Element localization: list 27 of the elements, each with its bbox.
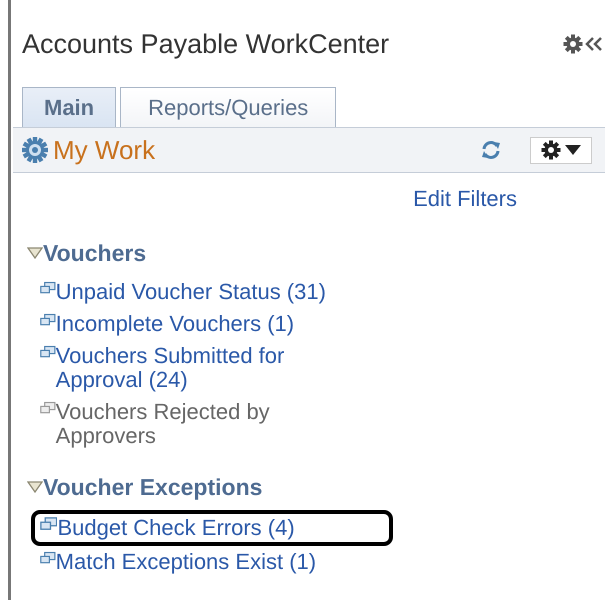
window-icon bbox=[40, 516, 58, 532]
settings-icon[interactable] bbox=[563, 34, 583, 54]
worklist-link[interactable]: Budget Check Errors (4) bbox=[57, 516, 389, 540]
edit-filters-link[interactable]: Edit Filters bbox=[413, 186, 517, 218]
window-icon bbox=[40, 312, 56, 328]
window-icon bbox=[40, 344, 56, 360]
options-button[interactable] bbox=[530, 136, 592, 164]
window-icon bbox=[40, 550, 56, 566]
refresh-icon[interactable] bbox=[480, 139, 502, 161]
worklist-link[interactable]: Vouchers Submitted for Approval (24) bbox=[56, 344, 353, 392]
tab[interactable]: Main bbox=[22, 87, 116, 127]
tab[interactable]: Reports/Queries bbox=[120, 87, 336, 127]
section-title: Vouchers bbox=[43, 240, 146, 266]
section-title: Voucher Exceptions bbox=[43, 474, 262, 500]
cog-icon bbox=[21, 136, 49, 164]
workcenter-title: Accounts Payable WorkCenter bbox=[22, 28, 390, 60]
window-icon bbox=[40, 400, 56, 416]
collapse-triangle-icon[interactable] bbox=[27, 247, 43, 259]
gear-icon bbox=[541, 140, 561, 160]
worklist-link[interactable]: Match Exceptions Exist (1) bbox=[56, 550, 353, 574]
worklist-link: Vouchers Rejected by Approvers bbox=[56, 400, 271, 448]
worklist-link[interactable]: Unpaid Voucher Status (31) bbox=[56, 280, 353, 304]
pagelet-title: My Work bbox=[53, 134, 156, 166]
worklist-link[interactable]: Incomplete Vouchers (1) bbox=[56, 312, 353, 336]
collapse-triangle-icon[interactable] bbox=[27, 481, 43, 493]
caret-icon bbox=[565, 145, 581, 155]
window-icon bbox=[40, 280, 56, 296]
